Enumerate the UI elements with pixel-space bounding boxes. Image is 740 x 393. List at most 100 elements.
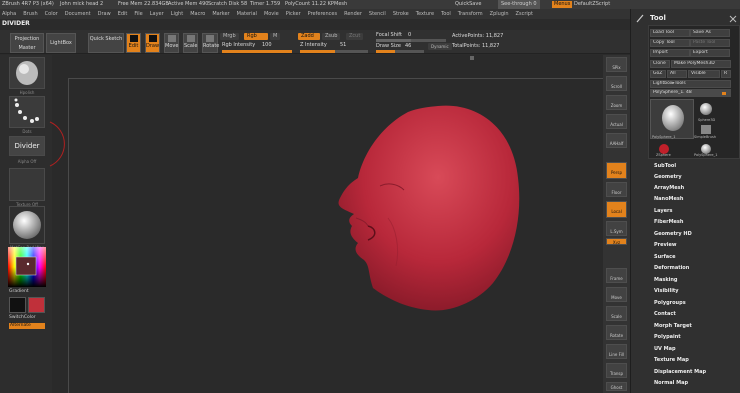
tool-section-masking[interactable]: Masking <box>654 277 678 283</box>
alternate-button[interactable]: Alternate <box>9 323 45 329</box>
zcut-button[interactable]: Zcut <box>346 33 364 40</box>
make-polymesh-button[interactable]: Make PolyMesh3D <box>671 60 731 68</box>
rotation-axis-icon[interactable] <box>606 250 627 262</box>
head-model[interactable] <box>318 98 528 320</box>
zsub-button[interactable]: Zsub <box>322 33 341 40</box>
tool-thumb-polysphere-2[interactable] <box>699 140 713 154</box>
move-view-button[interactable]: Move <box>606 287 627 302</box>
goz-button[interactable]: GoZ <box>650 70 666 78</box>
tool-thumb-sphere3d[interactable] <box>697 101 715 119</box>
secondary-color-swatch[interactable] <box>28 297 45 313</box>
rotate-button[interactable]: Rotate <box>202 33 219 53</box>
z-intensity-slider[interactable] <box>300 50 368 53</box>
menu-edit[interactable]: Edit <box>118 11 128 17</box>
gradient-label[interactable]: Gradient <box>9 289 29 294</box>
scale-button[interactable]: Scale <box>183 33 198 53</box>
menu-draw[interactable]: Draw <box>98 11 111 17</box>
tool-section-fibermesh[interactable]: FiberMesh <box>654 219 683 225</box>
r-button[interactable]: R <box>721 70 731 78</box>
tool-thumb-zsphere[interactable] <box>657 140 671 154</box>
menu-light[interactable]: Light <box>171 11 183 17</box>
copy-tool-button[interactable]: Copy Tool <box>650 39 690 47</box>
main-color-swatch[interactable] <box>9 297 26 313</box>
focal-shift-slider[interactable] <box>376 39 446 42</box>
current-tool-slider[interactable]: PolySphere_1. 48 <box>650 89 731 97</box>
tool-section-geometry-hd[interactable]: Geometry HD <box>654 231 692 237</box>
dynamic-button[interactable]: Dynamic <box>428 43 452 50</box>
zadd-button[interactable]: Zadd <box>298 33 320 40</box>
tool-section-morph-target[interactable]: Morph Target <box>654 323 692 329</box>
actual-button[interactable]: Actual <box>606 114 627 129</box>
menu-tool[interactable]: Tool <box>441 11 451 17</box>
menu-zplugin[interactable]: Zplugin <box>490 11 509 17</box>
scroll-button[interactable]: Scroll <box>606 76 627 91</box>
tool-section-surface[interactable]: Surface <box>654 254 676 260</box>
frame-button[interactable]: Frame <box>606 268 627 283</box>
mrgb-button[interactable]: Mrgb <box>220 33 239 40</box>
m-button[interactable]: M <box>270 33 281 40</box>
tool-section-polypaint[interactable]: Polypaint <box>654 334 681 340</box>
edit-button[interactable]: Edit <box>126 33 141 53</box>
default-zscript-button[interactable]: DefaultZScript <box>574 0 610 9</box>
persp-button[interactable]: Persp <box>606 162 627 179</box>
canvas-handle[interactable] <box>470 56 474 60</box>
import-button[interactable]: Import <box>650 49 690 57</box>
tool-section-subtool[interactable]: SubTool <box>654 163 676 169</box>
see-through-slider[interactable]: See-through 0 <box>498 0 540 9</box>
draw-button[interactable]: Draw <box>145 33 160 53</box>
rgb-intensity-slider[interactable] <box>222 50 292 53</box>
menus-button[interactable]: Menus <box>552 1 573 8</box>
menu-macro[interactable]: Macro <box>190 11 205 17</box>
menu-stencil[interactable]: Stencil <box>369 11 386 17</box>
rotate-view-button[interactable]: Rotate <box>606 325 627 340</box>
menu-brush[interactable]: Brush <box>23 11 37 17</box>
tool-section-contact[interactable]: Contact <box>654 311 676 317</box>
transp-button[interactable]: Transp <box>606 363 627 378</box>
menu-stroke[interactable]: Stroke <box>393 11 409 17</box>
menu-preferences[interactable]: Preferences <box>308 11 337 17</box>
brush-thumbnail[interactable] <box>9 57 45 89</box>
tool-section-visibility[interactable]: Visibility <box>654 288 679 294</box>
menu-file[interactable]: File <box>134 11 142 17</box>
tool-thumb-polysphere[interactable] <box>650 99 694 139</box>
menu-render[interactable]: Render <box>344 11 362 17</box>
lightbox-tools-button[interactable]: Lightbox▸Tools <box>650 80 731 88</box>
quick-sketch-button[interactable]: Quick Sketch <box>88 33 124 53</box>
menu-layer[interactable]: Layer <box>150 11 164 17</box>
menu-picker[interactable]: Picker <box>286 11 301 17</box>
menu-alpha[interactable]: Alpha <box>2 11 16 17</box>
alpha-thumbnail[interactable] <box>9 168 45 201</box>
projection-master-button[interactable]: Projection Master <box>10 33 44 53</box>
menu-color[interactable]: Color <box>45 11 58 17</box>
menu-transform[interactable]: Transform <box>458 11 483 17</box>
floor-button[interactable]: Floor <box>606 182 627 197</box>
menu-texture[interactable]: Texture <box>416 11 434 17</box>
scale-view-button[interactable]: Scale <box>606 306 627 321</box>
menu-movie[interactable]: Movie <box>264 11 279 17</box>
lightbox-button[interactable]: LightBox <box>46 33 76 53</box>
tool-section-polygroups[interactable]: Polygroups <box>654 300 686 306</box>
xyz-button[interactable]: Xyz <box>606 238 627 245</box>
all-button[interactable]: All <box>667 70 687 78</box>
menu-marker[interactable]: Marker <box>212 11 229 17</box>
tool-section-arraymesh[interactable]: ArrayMesh <box>654 185 684 191</box>
local-button[interactable]: Local <box>606 201 627 218</box>
tool-section-normal-map[interactable]: Normal Map <box>654 380 688 386</box>
color-picker[interactable] <box>8 247 46 287</box>
tool-thumb-simplebrush[interactable] <box>697 122 715 136</box>
menu-zscript[interactable]: Zscript <box>516 11 533 17</box>
quicksave-button[interactable]: QuickSave <box>455 0 481 9</box>
tool-section-texture-map[interactable]: Texture Map <box>654 357 689 363</box>
material-thumbnail[interactable] <box>9 206 45 244</box>
rgb-button[interactable]: Rgb <box>244 33 268 40</box>
tool-section-displacement-map[interactable]: Displacement Map <box>654 369 706 375</box>
move-button[interactable]: Move <box>164 33 179 53</box>
export-button[interactable]: Export <box>690 49 730 57</box>
spix-button[interactable]: SPix <box>606 57 627 72</box>
save-as-button[interactable]: Save As <box>690 29 730 37</box>
tool-section-nanomesh[interactable]: NanoMesh <box>654 196 683 202</box>
aahalf-button[interactable]: AAHalf <box>606 133 627 148</box>
ghost-button[interactable]: Ghost <box>606 382 627 391</box>
lsym-button[interactable]: L.Sym <box>606 221 627 236</box>
tool-section-preview[interactable]: Preview <box>654 242 677 248</box>
